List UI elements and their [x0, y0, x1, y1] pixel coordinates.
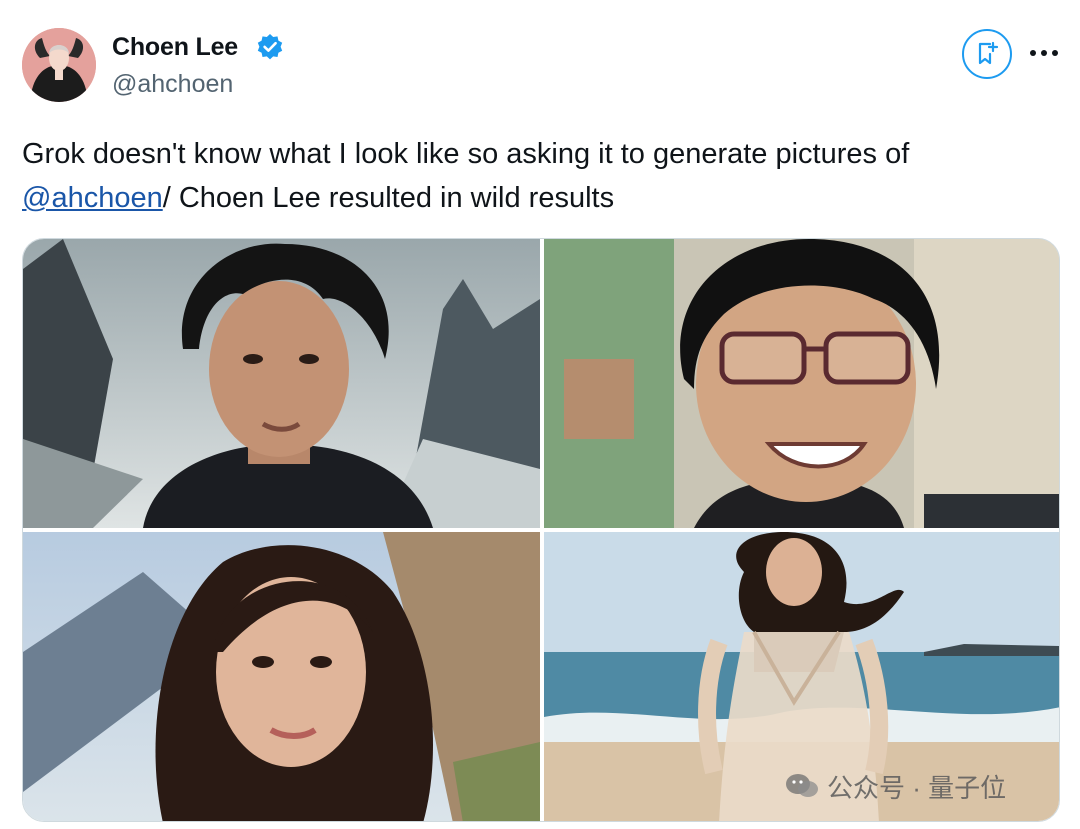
avatar[interactable] [22, 28, 96, 102]
tweet-text-part2: / Choen Lee resulted in wild results [162, 182, 615, 214]
tweet-text: Grok doesn't know what I look like so as… [22, 132, 1052, 220]
media-grid [22, 238, 1060, 822]
grok-button[interactable] [962, 29, 1012, 79]
grok-icon [978, 41, 999, 65]
more-options-button[interactable] [1026, 38, 1062, 68]
verified-badge-icon [256, 33, 284, 61]
user-handle[interactable]: @ahchoen [112, 70, 233, 99]
watermark: 公众号 · 量子位 [785, 766, 1006, 806]
watermark-text: 公众号 · 量子位 [827, 772, 1007, 803]
tweet-text-part1: Grok doesn't know what I look like so as… [22, 138, 910, 170]
more-icon [1030, 50, 1058, 56]
media-image-3[interactable] [23, 532, 540, 821]
display-name[interactable]: Choen Lee [112, 33, 238, 62]
media-image-2[interactable] [544, 239, 1059, 528]
wechat-icon [786, 774, 818, 797]
mention-link[interactable]: @ahchoen [22, 182, 163, 214]
media-image-1[interactable] [23, 239, 540, 528]
